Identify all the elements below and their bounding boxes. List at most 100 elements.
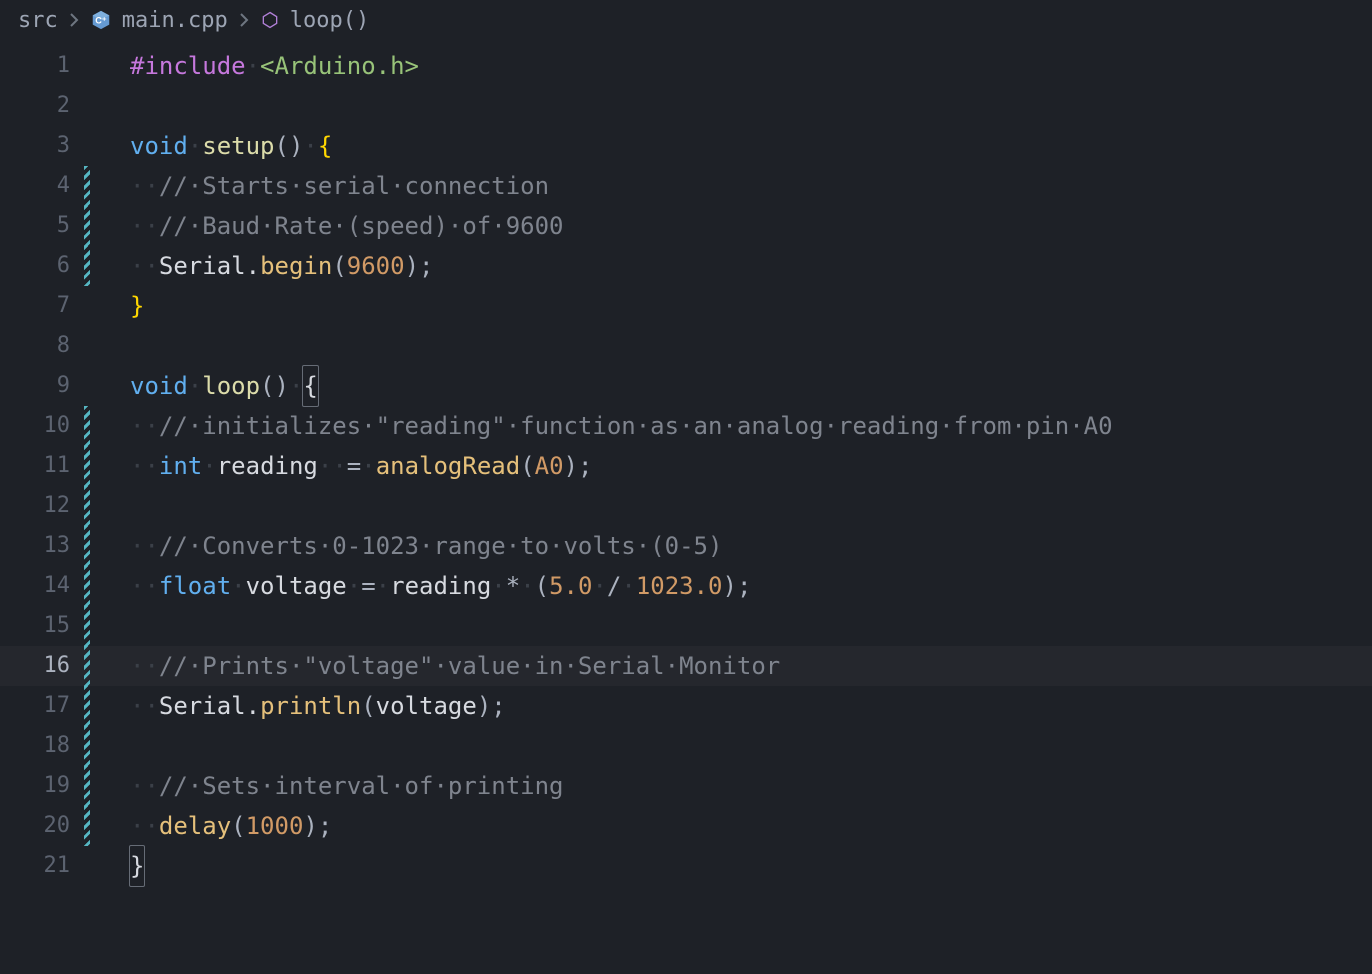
code-content[interactable]: ··//·Sets·interval·of·printing — [90, 766, 563, 806]
line-number[interactable]: 1 — [0, 46, 84, 86]
code-line[interactable]: 14··float·voltage·=·reading·*·(5.0·/·102… — [0, 566, 1372, 606]
modified-gutter-marker — [84, 606, 90, 646]
modified-gutter-marker — [84, 646, 90, 686]
token-ws: · — [231, 566, 245, 606]
token-warm: begin — [260, 246, 332, 286]
code-content[interactable]: ··//·Baud·Rate·(speed)·of·9600 — [90, 206, 563, 246]
token-punct: ; — [737, 566, 751, 606]
line-number[interactable]: 16 — [0, 646, 84, 686]
code-content[interactable]: void·loop()·{ — [90, 365, 318, 407]
code-content[interactable]: ··Serial.begin(9600); — [90, 246, 433, 286]
breadcrumb-root[interactable]: src — [18, 8, 58, 33]
code-line[interactable]: 18 — [0, 726, 1372, 766]
code-line[interactable]: 4··//·Starts·serial·connection — [0, 166, 1372, 206]
code-content[interactable]: void·setup()·{ — [90, 126, 332, 166]
token-ws: · — [621, 566, 635, 606]
chevron-right-icon — [238, 11, 250, 29]
token-punct: () — [275, 126, 304, 166]
code-line[interactable]: 13··//·Converts·0-1023·range·to·volts·(0… — [0, 526, 1372, 566]
line-number[interactable]: 14 — [0, 566, 84, 606]
code-line[interactable]: 5··//·Baud·Rate·(speed)·of·9600 — [0, 206, 1372, 246]
token-ws: ·· — [130, 246, 159, 286]
code-line[interactable]: 17··Serial.println(voltage); — [0, 686, 1372, 726]
token-kw: void — [130, 366, 188, 406]
token-ws: · — [188, 366, 202, 406]
token-brace-y: { — [318, 126, 332, 166]
code-line[interactable]: 15 — [0, 606, 1372, 646]
code-line[interactable]: 21} — [0, 846, 1372, 886]
code-line[interactable]: 10··//·initializes·"reading"·function·as… — [0, 406, 1372, 446]
token-punct: ) — [564, 446, 578, 486]
token-warm: println — [260, 686, 361, 726]
code-line[interactable]: 16··//·Prints·"voltage"·value·in·Serial·… — [0, 646, 1372, 686]
code-content[interactable]: ··//·Starts·serial·connection — [90, 166, 549, 206]
line-number[interactable]: 11 — [0, 446, 84, 486]
code-line[interactable]: 1#include·<Arduino.h> — [0, 46, 1372, 86]
line-number[interactable]: 2 — [0, 86, 84, 126]
code-content[interactable]: ··//·initializes·"reading"·function·as·a… — [90, 406, 1113, 446]
code-editor[interactable]: 1#include·<Arduino.h>23void·setup()·{4··… — [0, 40, 1372, 886]
line-number[interactable]: 5 — [0, 206, 84, 246]
line-number[interactable]: 10 — [0, 406, 84, 446]
line-number[interactable]: 4 — [0, 166, 84, 206]
modified-gutter-marker — [84, 326, 90, 366]
code-line[interactable]: 8 — [0, 326, 1372, 366]
token-ws: · — [289, 366, 303, 406]
line-number[interactable]: 18 — [0, 726, 84, 766]
breadcrumb: src C⁺ main.cpp loop() — [0, 0, 1372, 40]
modified-gutter-marker — [84, 446, 90, 486]
code-content[interactable]: ··Serial.println(voltage); — [90, 686, 506, 726]
modified-gutter-marker — [84, 86, 90, 126]
code-line[interactable]: 6··Serial.begin(9600); — [0, 246, 1372, 286]
breadcrumb-symbol[interactable]: loop() — [290, 8, 369, 33]
token-brace-y: } — [130, 286, 144, 326]
modified-gutter-marker — [84, 846, 90, 886]
line-number[interactable]: 21 — [0, 846, 84, 886]
code-content[interactable]: ··float·voltage·=·reading·*·(5.0·/·1023.… — [90, 566, 751, 606]
token-num: 1023.0 — [636, 566, 723, 606]
line-number[interactable]: 9 — [0, 366, 84, 406]
code-content[interactable]: } — [90, 845, 144, 887]
line-number[interactable]: 15 — [0, 606, 84, 646]
line-number[interactable]: 3 — [0, 126, 84, 166]
code-line[interactable]: 19··//·Sets·interval·of·printing — [0, 766, 1372, 806]
line-number[interactable]: 17 — [0, 686, 84, 726]
token-punct: ( — [332, 246, 346, 286]
code-content[interactable]: ··int·reading··=·analogRead(A0); — [90, 446, 592, 486]
token-ws: ·· — [130, 646, 159, 686]
symbol-method-icon — [260, 10, 280, 30]
line-number[interactable]: 6 — [0, 246, 84, 286]
code-content[interactable]: ··//·Converts·0-1023·range·to·volts·(0-5… — [90, 526, 722, 566]
modified-gutter-marker — [84, 286, 90, 326]
line-number[interactable]: 19 — [0, 766, 84, 806]
token-ident: . — [246, 246, 260, 286]
code-content[interactable]: } — [90, 286, 144, 326]
code-line[interactable]: 2 — [0, 86, 1372, 126]
code-line[interactable]: 12 — [0, 486, 1372, 526]
modified-gutter-marker — [84, 406, 90, 446]
code-line[interactable]: 20··delay(1000); — [0, 806, 1372, 846]
line-number[interactable]: 7 — [0, 286, 84, 326]
token-ident: . — [246, 686, 260, 726]
code-line[interactable]: 11··int·reading··=·analogRead(A0); — [0, 446, 1372, 486]
token-ws: · — [361, 446, 375, 486]
token-ws: ·· — [130, 566, 159, 606]
token-ws: ·· — [130, 166, 159, 206]
line-number[interactable]: 13 — [0, 526, 84, 566]
code-line[interactable]: 9void·loop()·{ — [0, 366, 1372, 406]
token-cmt: //·Sets·interval·of·printing — [159, 766, 564, 806]
token-punct: ) — [405, 246, 419, 286]
code-content[interactable]: ··delay(1000); — [90, 806, 332, 846]
line-number[interactable]: 20 — [0, 806, 84, 846]
token-ident: Serial — [159, 686, 246, 726]
code-content[interactable]: #include·<Arduino.h> — [90, 46, 419, 86]
code-line[interactable]: 3void·setup()·{ — [0, 126, 1372, 166]
code-content[interactable]: ··//·Prints·"voltage"·value·in·Serial·Mo… — [90, 646, 780, 686]
breadcrumb-file[interactable]: main.cpp — [122, 8, 228, 33]
line-number[interactable]: 8 — [0, 326, 84, 366]
code-line[interactable]: 7} — [0, 286, 1372, 326]
chevron-right-icon — [68, 11, 80, 29]
line-number[interactable]: 12 — [0, 486, 84, 526]
token-punct: = — [361, 566, 375, 606]
modified-gutter-marker — [84, 726, 90, 766]
